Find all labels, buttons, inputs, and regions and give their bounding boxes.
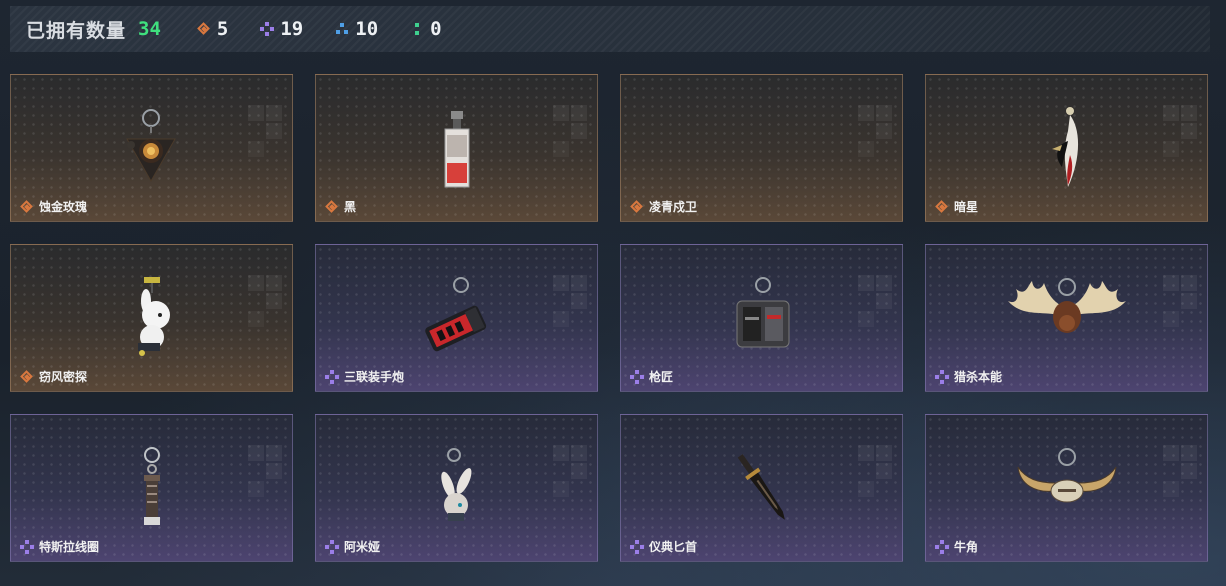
purple-cluster-gem-icon	[630, 369, 644, 384]
tesla-coil-charm-icon	[143, 447, 160, 525]
collection-header: 已拥有数量 34 5 19 10 0	[10, 6, 1210, 52]
orange-diamond-gem-icon	[630, 200, 644, 214]
charm-card-amiya[interactable]: 阿米娅	[315, 414, 598, 562]
green-dots-gem-icon	[410, 22, 425, 36]
orange-diamond-gem-icon	[935, 200, 949, 214]
charm-name: 特斯拉线圈	[39, 540, 100, 554]
charm-card-bull-horns[interactable]: 牛角	[925, 414, 1208, 562]
gunsmith-case-charm-icon	[736, 277, 789, 348]
rarity-count-blue: 10	[355, 18, 379, 40]
orange-diamond-gem-icon	[20, 200, 34, 214]
purple-cluster-gem-icon	[630, 539, 644, 554]
black-card-charm-icon	[444, 111, 469, 188]
owned-count-label: 已拥有数量	[26, 19, 127, 42]
charm-caption: 窃风密探	[20, 368, 87, 385]
charm-name: 阿米娅	[344, 540, 381, 554]
charm-caption: 凌青戍卫	[630, 198, 697, 215]
charm-caption: 三联装手炮	[325, 368, 404, 385]
purple-cluster-gem-icon	[935, 539, 949, 554]
rarity-count-purple: 19	[280, 18, 304, 40]
golden-rose-charm-icon	[125, 109, 176, 183]
owned-count-value: 34	[138, 18, 161, 40]
rarity-stat-green: 0	[410, 18, 442, 40]
amiya-bunny-charm-icon	[440, 448, 471, 521]
moose-antler-charm-icon	[1007, 278, 1126, 333]
orange-diamond-gem-icon	[20, 370, 34, 384]
charm-grid: 蚀金玫瑰 黑 凌青戍卫 暗星 窃风密探 三联装手炮 枪匠 猎杀本能 特斯拉线圈 …	[10, 74, 1208, 562]
charm-caption: 黑	[325, 198, 356, 215]
charm-name: 牛角	[954, 540, 979, 554]
charm-name: 枪匠	[649, 370, 674, 384]
dark-star-feather-charm-icon	[1051, 107, 1078, 187]
charm-card-gunsmith[interactable]: 枪匠	[620, 244, 903, 392]
charm-caption: 仪典匕首	[630, 538, 697, 555]
charm-name: 三联装手炮	[344, 370, 405, 384]
ceremonial-dagger-charm-icon	[737, 454, 785, 520]
charm-caption: 蚀金玫瑰	[20, 198, 87, 215]
charm-card-tesla-coil[interactable]: 特斯拉线圈	[10, 414, 293, 562]
purple-cluster-gem-icon	[20, 539, 34, 554]
charm-card-triple-hand-cannon[interactable]: 三联装手炮	[315, 244, 598, 392]
charm-caption: 暗星	[935, 198, 978, 215]
charm-card-black[interactable]: 黑	[315, 74, 598, 222]
rarity-stat-blue: 10	[335, 18, 378, 40]
purple-cluster-gem-icon	[325, 369, 339, 384]
rarity-stat-purple: 19	[260, 18, 303, 40]
charm-caption: 牛角	[935, 538, 978, 555]
purple-cluster-gem-icon	[935, 369, 949, 384]
rabbit-spy-charm-icon	[137, 277, 170, 356]
triple-hand-cannon-charm-icon	[424, 277, 486, 352]
charm-card-golden-rose[interactable]: 蚀金玫瑰	[10, 74, 293, 222]
charm-name: 凌青戍卫	[649, 200, 698, 214]
charm-name: 仪典匕首	[649, 540, 698, 554]
blue-cluster-gem-icon	[335, 22, 350, 36]
charm-name: 猎杀本能	[954, 370, 1003, 384]
orange-diamond-gem-icon	[325, 200, 339, 214]
charm-name: 暗星	[954, 200, 979, 214]
charm-name: 黑	[344, 200, 357, 214]
charm-card-ceremonial-dagger[interactable]: 仪典匕首	[620, 414, 903, 562]
charm-caption: 枪匠	[630, 368, 673, 385]
purple-cluster-gem-icon	[260, 22, 275, 36]
charm-card-wind-spy[interactable]: 窃风密探	[10, 244, 293, 392]
orange-diamond-gem-icon	[197, 22, 211, 36]
charm-card-lingqing-guard[interactable]: 凌青戍卫	[620, 74, 903, 222]
charm-caption: 特斯拉线圈	[20, 538, 99, 555]
bull-horns-charm-icon	[1017, 448, 1116, 503]
charm-card-dark-star[interactable]: 暗星	[925, 74, 1208, 222]
rarity-count-green: 0	[430, 18, 442, 40]
charm-caption: 阿米娅	[325, 538, 380, 555]
charm-card-hunting-instinct[interactable]: 猎杀本能	[925, 244, 1208, 392]
charm-name: 窃风密探	[39, 370, 88, 384]
charm-caption: 猎杀本能	[935, 368, 1002, 385]
charm-name: 蚀金玫瑰	[39, 200, 88, 214]
purple-cluster-gem-icon	[325, 539, 339, 554]
rarity-stat-orange: 5	[197, 18, 228, 40]
rarity-count-orange: 5	[216, 18, 229, 40]
